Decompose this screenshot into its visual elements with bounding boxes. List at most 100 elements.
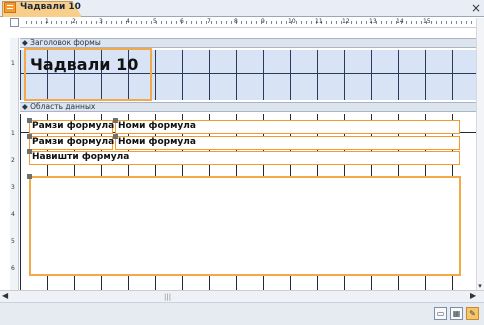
close-icon[interactable]: × (470, 1, 482, 15)
ruler-tick (241, 21, 242, 24)
vruler-number: 1 (11, 60, 15, 67)
ruler-tick (41, 21, 42, 24)
vruler-number: 5 (11, 238, 15, 245)
section-label-detail: ◆ Область данных (22, 102, 96, 111)
label-navishti-formula[interactable]: Навишти формула (29, 151, 460, 165)
ruler-tick (196, 21, 197, 24)
ruler-tick (141, 21, 142, 24)
ruler-number: 2 (72, 18, 76, 25)
ruler-tick (221, 21, 222, 24)
label-text: Рамзи формула (32, 137, 115, 147)
section-bar-detail[interactable]: ◆ Область данных (20, 102, 482, 112)
ruler-tick (416, 21, 417, 24)
ruler-tick (256, 21, 257, 24)
ruler-tick (466, 21, 467, 24)
tab-label: Чадвали 10 (20, 2, 81, 12)
ruler-tick (56, 21, 57, 24)
vertical-scrollbar[interactable] (476, 18, 484, 290)
ruler-tick (361, 21, 362, 24)
ruler-tick (96, 21, 97, 24)
ruler-tick (286, 21, 287, 24)
ruler-number: 3 (99, 18, 103, 25)
ruler-tick (421, 21, 422, 24)
ruler-tick (121, 21, 122, 24)
label-ramzi-formula-2[interactable]: Рамзи формула (29, 136, 115, 150)
section-label-header: ◆ Заголовок формы (22, 38, 101, 47)
form-title-label[interactable]: Чадвали 10 (30, 55, 138, 74)
ruler-tick (31, 21, 32, 24)
ruler-number: 15 (423, 18, 431, 25)
status-bar (0, 302, 484, 325)
vertical-ruler[interactable]: 1 1 2 3 4 5 6 (10, 38, 19, 290)
label-text: Рамзи формула (32, 121, 115, 131)
ruler-tick (301, 21, 302, 24)
ruler-tick (86, 21, 87, 24)
ruler-tick (366, 21, 367, 24)
ruler-tick (406, 21, 407, 24)
vruler-number: 2 (11, 157, 15, 164)
scroll-right-icon[interactable]: ▶ (470, 291, 480, 301)
ruler-tick (246, 21, 247, 24)
ruler-tick (251, 21, 252, 24)
ruler-tick (356, 21, 357, 24)
ruler-tick (176, 21, 177, 24)
datasheet-view-icon[interactable]: ▦ (450, 307, 463, 320)
vruler-number: 1 (11, 130, 15, 137)
horizontal-scrollbar[interactable] (0, 290, 484, 302)
ruler-tick (441, 21, 442, 24)
ruler-tick (276, 21, 277, 24)
ruler-tick (351, 21, 352, 24)
ruler-number: 7 (207, 18, 211, 25)
ruler-tick (166, 21, 167, 24)
vruler-number: 3 (11, 184, 15, 191)
ruler-corner-box[interactable] (10, 18, 19, 27)
ruler-tick (146, 21, 147, 24)
ruler-tick (151, 21, 152, 24)
ruler-tick (36, 21, 37, 24)
move-handle[interactable] (27, 134, 32, 139)
ruler-tick (211, 21, 212, 24)
ruler-number: 1 (45, 18, 49, 25)
move-handle[interactable] (27, 118, 32, 123)
section-bar-header[interactable]: ◆ Заголовок формы (20, 38, 482, 48)
ruler-tick (451, 21, 452, 24)
ruler-tick (436, 21, 437, 24)
ruler-number: 14 (396, 18, 404, 25)
subform-control[interactable] (29, 176, 461, 276)
vruler-number: 4 (11, 211, 15, 218)
move-handle[interactable] (27, 149, 32, 154)
ruler-tick (266, 21, 267, 24)
move-handle[interactable] (113, 118, 118, 123)
ruler-tick (326, 21, 327, 24)
scroll-left-icon[interactable]: ◀ (2, 291, 12, 301)
ruler-tick (61, 21, 62, 24)
ruler-tick (116, 21, 117, 24)
label-ramzi-formula-1[interactable]: Рамзи формула (29, 120, 115, 134)
ruler-number: 6 (180, 18, 184, 25)
ruler-tick (226, 21, 227, 24)
ruler-tick (131, 21, 132, 24)
ruler-tick (331, 21, 332, 24)
ruler-tick (391, 21, 392, 24)
ruler-tick (191, 21, 192, 24)
scroll-thumb-grip[interactable]: ||| (164, 294, 172, 301)
label-text: Номи формула (118, 121, 196, 131)
ruler-number: 5 (153, 18, 157, 25)
ruler-tick (411, 21, 412, 24)
move-handle[interactable] (27, 174, 32, 179)
horizontal-ruler[interactable]: 1 2 3 4 5 6 7 8 9 10 11 12 13 14 15 (20, 18, 482, 28)
ruler-number: 12 (342, 18, 350, 25)
move-handle[interactable] (113, 134, 118, 139)
design-view-icon[interactable]: ✎ (466, 307, 479, 320)
ruler-tick (381, 21, 382, 24)
ruler-number: 11 (315, 18, 323, 25)
ruler-tick (461, 21, 462, 24)
ruler-tick (281, 21, 282, 24)
ruler-tick (471, 21, 472, 24)
ruler-tick (51, 21, 52, 24)
form-view-icon[interactable]: ▭ (434, 307, 447, 320)
label-nomi-formula-2[interactable]: Номи формула (115, 136, 460, 150)
label-nomi-formula-1[interactable]: Номи формула (115, 120, 460, 134)
ruler-tick (431, 21, 432, 24)
scroll-down-icon[interactable]: ▾ (476, 282, 484, 290)
